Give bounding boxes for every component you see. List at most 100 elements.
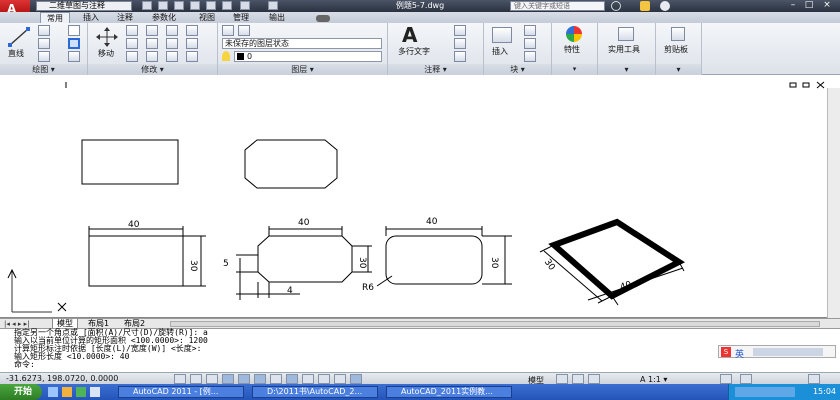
edit-block-icon[interactable] [524, 38, 536, 49]
snap-toggle[interactable] [174, 374, 186, 384]
stretch-icon[interactable] [126, 51, 138, 62]
rectangle-active-icon[interactable] [68, 38, 80, 49]
ime-tools-icons[interactable] [753, 348, 823, 356]
help-icon[interactable] [660, 1, 670, 11]
star-icon[interactable] [640, 1, 650, 11]
leader-icon[interactable] [454, 38, 466, 49]
dimension-icon[interactable] [454, 25, 466, 36]
pan-icon[interactable] [572, 374, 584, 384]
transparency-toggle[interactable] [318, 374, 330, 384]
osnap-toggle[interactable] [238, 374, 250, 384]
coordinates-readout[interactable]: -31.6273, 198.0720, 0.0000 [6, 374, 118, 384]
rectangle-icon[interactable] [68, 25, 80, 36]
horizontal-scrollbar[interactable] [170, 321, 820, 327]
layer-on-icon[interactable] [222, 51, 230, 61]
move-label[interactable]: 移动 [98, 48, 114, 59]
clean-screen-icon[interactable] [808, 374, 820, 384]
attribute-icon[interactable] [524, 51, 536, 62]
annotation-scale[interactable]: A 1:1 ▾ [640, 375, 667, 384]
workspace-switch-icon[interactable] [720, 374, 732, 384]
search-icon[interactable] [611, 1, 621, 11]
properties-panel[interactable]: 特性 ▾ [552, 23, 598, 75]
current-layer-combo[interactable]: 0 [234, 51, 382, 62]
command-window[interactable]: 指定另一个角点或 [面积(A)/尺寸(D)/旋转(R)]: a 输入以当前单位计… [0, 328, 840, 372]
open-file-icon[interactable] [158, 1, 168, 10]
sc-toggle[interactable] [350, 374, 362, 384]
layout-view-icon[interactable] [556, 374, 568, 384]
clipboard-panel[interactable]: 剪贴板 ▾ [656, 23, 702, 75]
taskbar-explorer[interactable]: D:\2011书\AutoCAD_2... [252, 386, 378, 398]
layer-state-combo[interactable]: 未保存的图层状态 [222, 38, 382, 49]
array-icon[interactable] [166, 51, 178, 62]
dyn-toggle[interactable] [286, 374, 298, 384]
arc-icon[interactable] [38, 51, 50, 62]
taskbar-document[interactable]: AutoCAD_2011实例教... [386, 386, 512, 398]
explode-icon[interactable] [186, 25, 198, 36]
ime-toolbar[interactable]: S 英 [718, 345, 836, 360]
mtext-label[interactable]: 多行文字 [398, 46, 430, 57]
copy-icon[interactable] [126, 38, 138, 49]
insert-block-icon[interactable] [492, 27, 512, 43]
ortho-toggle[interactable] [206, 374, 218, 384]
hatch-icon[interactable] [68, 51, 80, 62]
clipboard-dropdown-arrow[interactable]: ▾ [656, 64, 701, 75]
annotation-panel-title[interactable]: 注释 ▾ [388, 64, 483, 75]
line-tool-label[interactable]: 直线 [8, 48, 24, 59]
drawing-canvas[interactable]: 40 30 40 30 5 4 R6 40 30 40 30 [0, 75, 840, 318]
quicklaunch-icon[interactable] [62, 387, 72, 397]
utilities-panel[interactable]: 实用工具 ▾ [598, 23, 656, 75]
insert-label[interactable]: 插入 [492, 46, 508, 57]
tray-icons[interactable] [735, 387, 795, 397]
layer-properties-icon[interactable] [222, 25, 234, 36]
offset-icon[interactable] [186, 38, 198, 49]
layer-state-icon[interactable] [238, 25, 250, 36]
search-input[interactable]: 键入关键字或短语 [510, 1, 605, 11]
create-block-icon[interactable] [524, 25, 536, 36]
otrack-toggle[interactable] [254, 374, 266, 384]
taskbar-autocad[interactable]: AutoCAD 2011 - [例... [118, 386, 244, 398]
ducs-toggle[interactable] [270, 374, 282, 384]
redo-icon[interactable] [206, 1, 216, 10]
rotate-icon[interactable] [126, 25, 138, 36]
minimize-button[interactable]: – [786, 0, 800, 11]
command-prompt[interactable]: 命令: [14, 361, 840, 369]
quick-access-dropdown-icon[interactable] [240, 1, 250, 10]
plot-icon[interactable] [222, 1, 232, 10]
vertical-scrollbar[interactable] [827, 88, 840, 318]
document-arrow-icon[interactable] [268, 1, 278, 10]
polar-toggle[interactable] [222, 374, 234, 384]
mtext-icon[interactable]: A [402, 23, 417, 47]
table-icon[interactable] [454, 51, 466, 62]
draw-panel-title[interactable]: 绘图 ▾ [0, 64, 87, 75]
new-file-icon[interactable] [142, 1, 152, 10]
properties-dropdown-arrow[interactable]: ▾ [552, 64, 597, 75]
close-button[interactable]: × [820, 0, 834, 11]
fillet-icon[interactable] [166, 38, 178, 49]
trim-icon[interactable] [146, 25, 158, 36]
zoom-icon[interactable] [588, 374, 600, 384]
minimize-ribbon-icon[interactable] [316, 15, 330, 22]
quicklaunch-icon[interactable] [90, 387, 100, 397]
extend-icon[interactable] [186, 51, 198, 62]
quicklaunch-icon[interactable] [48, 387, 58, 397]
utilities-dropdown-arrow[interactable]: ▾ [598, 64, 655, 75]
circle-icon[interactable] [38, 38, 50, 49]
lineweight-toggle[interactable] [302, 374, 314, 384]
clock[interactable]: 15:04 [813, 387, 836, 396]
polyline-icon[interactable] [38, 25, 50, 36]
undo-icon[interactable] [190, 1, 200, 10]
quicklaunch-icon[interactable] [76, 387, 86, 397]
maximize-button[interactable]: □ [802, 0, 816, 11]
modify-panel-title[interactable]: 修改 ▾ [88, 64, 217, 75]
lock-icon[interactable] [740, 374, 752, 384]
save-icon[interactable] [174, 1, 184, 10]
mirror-icon[interactable] [146, 38, 158, 49]
qp-toggle[interactable] [334, 374, 346, 384]
layers-panel-title[interactable]: 图层 ▾ [218, 64, 387, 75]
workspace-dropdown[interactable]: 二维草图与注释 [36, 1, 132, 11]
tab-nav-arrows-icon[interactable]: |◂ ◂ ▸ ▸| [4, 320, 29, 328]
erase-icon[interactable] [166, 25, 178, 36]
move-icon[interactable] [96, 27, 118, 47]
ime-language[interactable]: 英 [735, 347, 744, 360]
block-panel-title[interactable]: 块 ▾ [484, 64, 551, 75]
